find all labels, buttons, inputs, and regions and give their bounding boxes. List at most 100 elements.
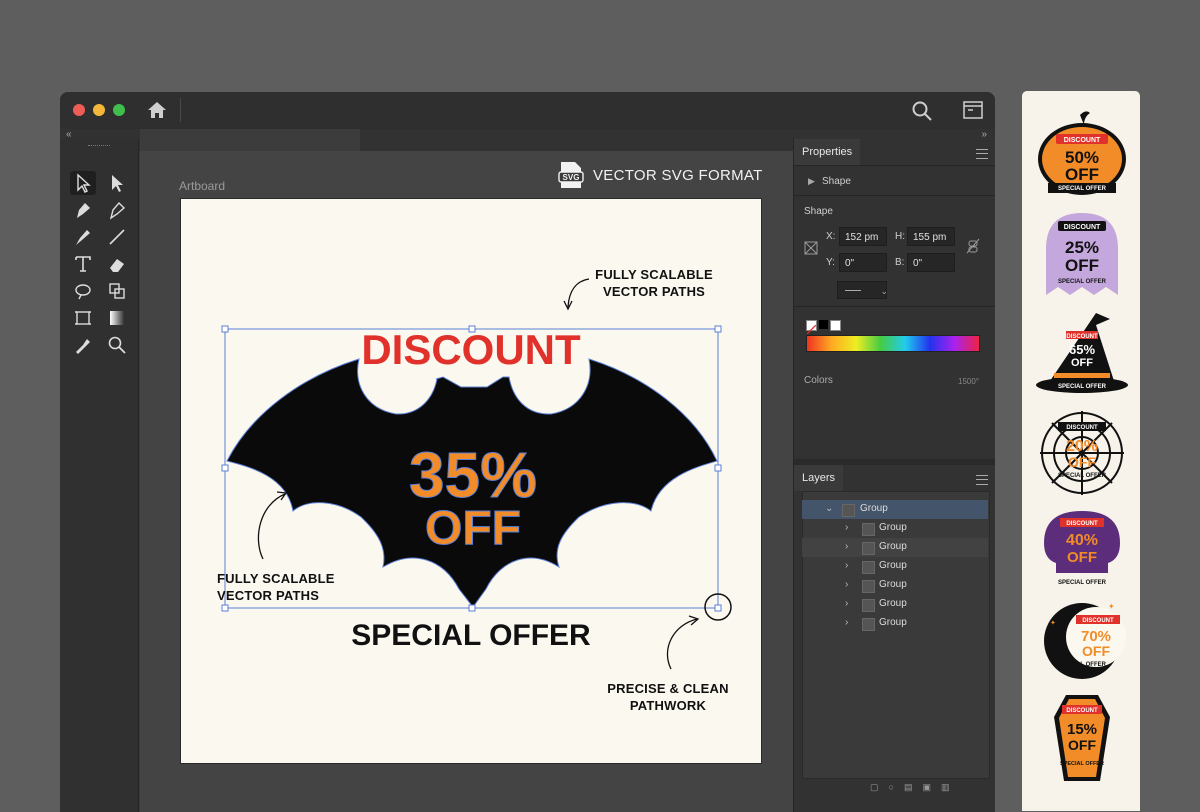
- badge-sub: SPECIAL OFFER: [1058, 279, 1107, 285]
- y-field[interactable]: 0": [839, 253, 887, 272]
- annotation-left: FULLY SCALABLE VECTOR PATHS: [217, 570, 347, 604]
- reference-point-icon[interactable]: [803, 240, 819, 256]
- layer-row[interactable]: › Group: [802, 576, 988, 595]
- tab-properties[interactable]: Properties: [794, 139, 861, 165]
- badge-off: OFF: [1065, 165, 1099, 184]
- home-icon[interactable]: [146, 100, 168, 120]
- clip-icon[interactable]: ▤: [904, 782, 913, 792]
- type-tool-icon[interactable]: [70, 252, 96, 276]
- annotation-left-line1: FULLY SCALABLE: [217, 571, 335, 586]
- star-icon: ✦: [1050, 619, 1056, 627]
- minimize-button[interactable]: [93, 104, 105, 116]
- zoom-tool-icon[interactable]: [104, 333, 130, 357]
- add-layer-icon[interactable]: ▣: [922, 782, 931, 792]
- layer-row[interactable]: › Group: [802, 519, 988, 538]
- panel-toggle-icon[interactable]: [963, 101, 983, 119]
- layer-swatch: [862, 523, 875, 536]
- layer-row[interactable]: › Group: [802, 595, 988, 614]
- badge-tag: DISCOUNT: [1066, 708, 1098, 714]
- close-button[interactable]: [73, 104, 85, 116]
- badge-tag: DISCOUNT: [1064, 137, 1101, 144]
- chevron-down-icon[interactable]: ⌄: [825, 504, 835, 514]
- constrain-icon[interactable]: [966, 238, 980, 254]
- layer-row[interactable]: › Group: [802, 538, 988, 557]
- divider: [794, 165, 995, 166]
- layers-menu-icon[interactable]: [976, 475, 988, 485]
- badge-pumpkin: DISCOUNT 50% OFF SPECIAL OFFER: [1022, 109, 1140, 199]
- shape-heading: Shape: [804, 206, 833, 217]
- layer-swatch: [862, 599, 875, 612]
- badge-off: OFF: [1068, 737, 1096, 753]
- search-layer-icon[interactable]: ○: [889, 782, 894, 792]
- chevron-right-icon[interactable]: ›: [845, 599, 855, 609]
- x-field[interactable]: 152 pm: [839, 227, 887, 246]
- artboard[interactable]: DISCOUNT 35% OFF SPECIAL OFFER FULLY SCA…: [180, 198, 762, 764]
- tab-layers[interactable]: Layers: [794, 465, 844, 491]
- badge-off: OFF: [1082, 643, 1110, 659]
- artboard-tool-icon[interactable]: [70, 306, 96, 330]
- selection-tool-icon[interactable]: [70, 171, 96, 195]
- divider: [180, 98, 181, 122]
- h-field[interactable]: 155 pm: [907, 227, 955, 246]
- badge-sub: SPECIAL OFFER: [1058, 580, 1107, 586]
- layer-row[interactable]: › Group: [802, 557, 988, 576]
- badge-sub: SPECIAL OFFER: [1060, 761, 1104, 767]
- annotation-top-line2: VECTOR PATHS: [602, 284, 706, 299]
- white-swatch[interactable]: [830, 320, 841, 331]
- layer-row-parent[interactable]: ⌄ Group: [802, 500, 988, 519]
- headline-text: DISCOUNT: [361, 326, 581, 373]
- badge-sub: SPECIAL OFFER: [1058, 186, 1107, 192]
- colors-label: Colors: [804, 375, 833, 386]
- chevron-right-icon[interactable]: ›: [845, 542, 855, 552]
- layer-row[interactable]: › Group: [802, 614, 988, 633]
- layer-name: Group: [879, 541, 907, 552]
- layer-swatch: [862, 561, 875, 574]
- arrow-left: [257, 493, 286, 560]
- line-tool-icon[interactable]: [104, 225, 130, 249]
- panel-grip[interactable]: [88, 145, 110, 148]
- section-shape[interactable]: Shape: [822, 176, 851, 187]
- svg-badge-text: SVG: [563, 173, 580, 182]
- new-layer-icon[interactable]: ▢: [870, 782, 879, 792]
- off-text: OFF: [425, 502, 521, 555]
- badge-value: 20%: [1066, 438, 1098, 455]
- layer-name: Group: [879, 579, 907, 590]
- chevron-right-icon[interactable]: ›: [845, 580, 855, 590]
- badge-sub: SPECIAL OFFER: [1058, 473, 1107, 479]
- eraser-tool-icon[interactable]: [104, 252, 130, 276]
- fill-none-swatch[interactable]: [806, 320, 817, 335]
- pen-tool-icon[interactable]: [70, 198, 96, 222]
- arrow-bottom: [666, 618, 698, 670]
- eyedropper-tool-icon[interactable]: [70, 333, 96, 357]
- h-label: H:: [895, 231, 905, 242]
- black-swatch[interactable]: [819, 320, 828, 329]
- search-icon[interactable]: [911, 100, 933, 122]
- curvature-tool-icon[interactable]: [104, 198, 130, 222]
- transform-tool-icon[interactable]: [104, 279, 130, 303]
- badge-tag: DISCOUNT: [1066, 334, 1098, 340]
- color-spectrum[interactable]: [806, 335, 980, 352]
- chevron-right-icon[interactable]: ›: [845, 561, 855, 571]
- document-tab[interactable]: [140, 129, 360, 151]
- badge-off: OFF: [1065, 256, 1099, 275]
- trash-icon[interactable]: ▥: [941, 782, 950, 792]
- maximize-button[interactable]: [113, 104, 125, 116]
- b-field[interactable]: 0": [907, 253, 955, 272]
- gradient-tool-icon[interactable]: [104, 306, 130, 330]
- expand-icon[interactable]: ▶: [808, 176, 815, 187]
- properties-panel: Properties ▶ Shape Shape X: 152 pm H: 15…: [793, 139, 995, 812]
- panel-menu-icon[interactable]: [976, 149, 988, 159]
- shape-builder-tool-icon[interactable]: [70, 279, 96, 303]
- badge-sub: SPECIAL OFFER: [1058, 384, 1107, 390]
- percent-text: 35%: [409, 439, 537, 511]
- brush-tool-icon[interactable]: [70, 225, 96, 249]
- star-icon: ✦: [1108, 602, 1115, 611]
- direct-selection-tool-icon[interactable]: [104, 171, 130, 195]
- stroke-style-field[interactable]: ⌄: [837, 281, 888, 299]
- b-label: B:: [895, 257, 905, 268]
- layer-swatch: [862, 618, 875, 631]
- chevron-right-icon[interactable]: ›: [845, 523, 855, 533]
- badge-tag: DISCOUNT: [1066, 425, 1098, 431]
- chevron-right-icon[interactable]: ›: [845, 618, 855, 628]
- layer-name: Group: [879, 522, 907, 533]
